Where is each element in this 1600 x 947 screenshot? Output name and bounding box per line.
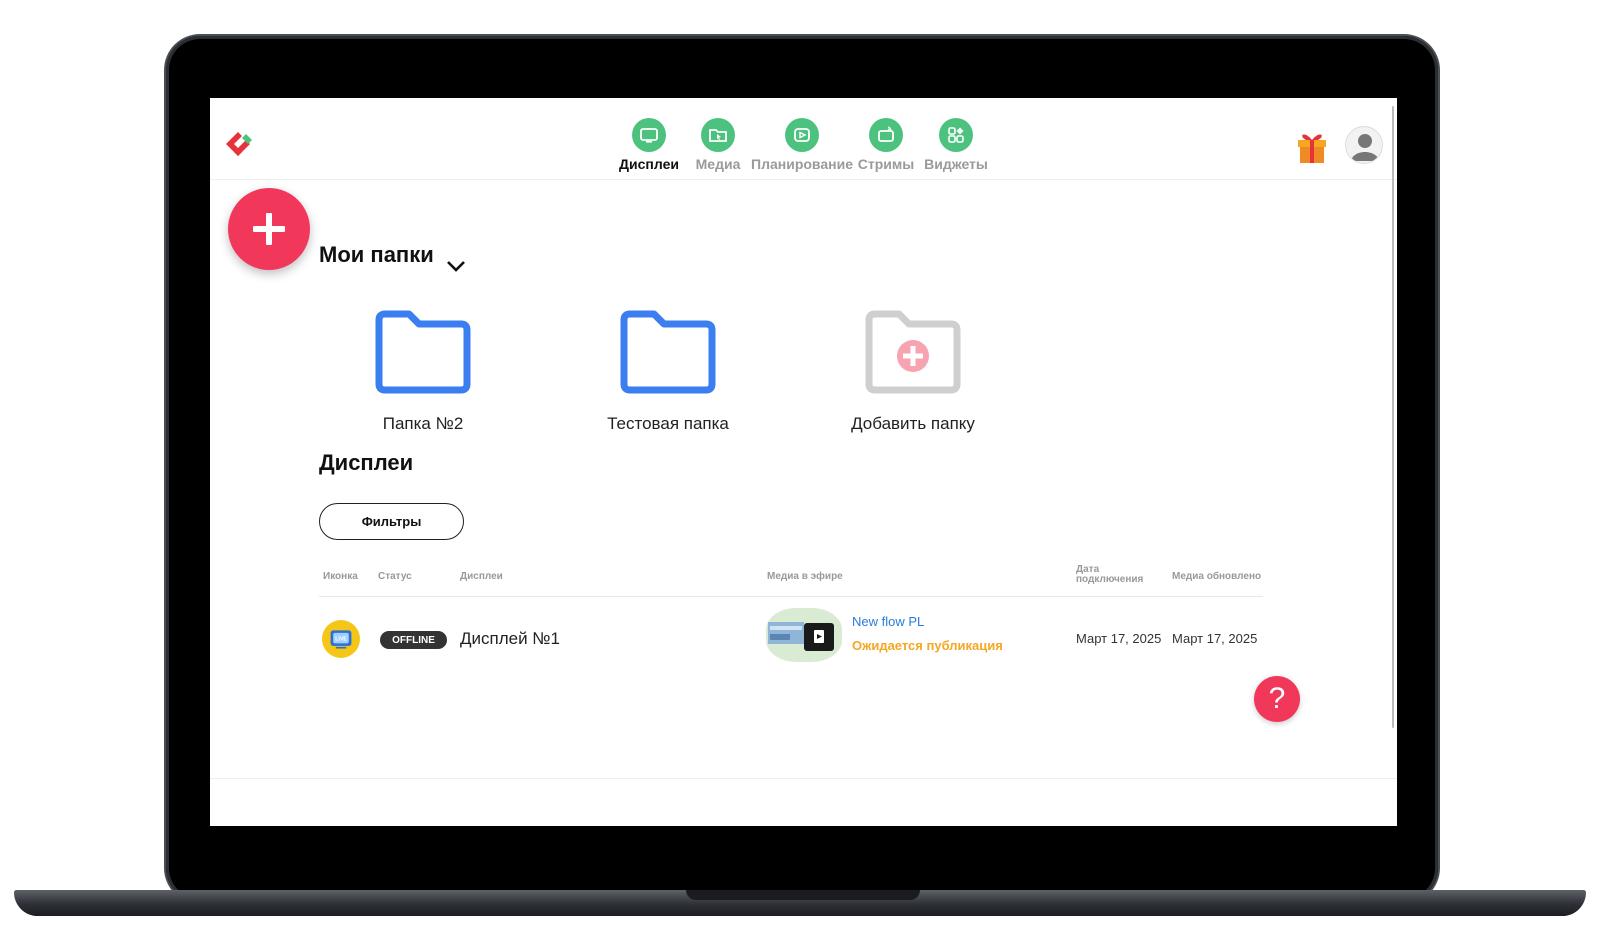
connected-date: Март 17, 2025 <box>1076 631 1162 646</box>
display-name[interactable]: Дисплей №1 <box>460 629 560 649</box>
divider <box>210 778 1397 779</box>
media-status: Ожидается публикация <box>852 638 1003 653</box>
stream-tv-icon <box>869 118 903 152</box>
media-folder-icon <box>701 118 735 152</box>
media-link[interactable]: New flow PL <box>852 614 924 629</box>
folder-label: Тестовая папка <box>607 414 729 433</box>
nav-item-streams[interactable]: Стримы <box>851 118 921 172</box>
live-badge: LIVE <box>335 637 347 643</box>
updated-date: Март 17, 2025 <box>1172 631 1258 646</box>
status-badge: OFFLINE <box>380 631 447 649</box>
column-header-updated: Медиа обновлено <box>1172 571 1262 582</box>
nav-item-scheduling[interactable]: Планирование <box>751 118 853 172</box>
nav-item-widgets[interactable]: Виджеты <box>921 118 991 172</box>
folder-item[interactable]: Папка №2 <box>333 310 513 434</box>
column-header-display: Дисплеи <box>460 571 503 582</box>
column-header-media: Медиа в эфире <box>767 571 843 582</box>
my-folders-title[interactable]: Мои папки <box>319 242 434 268</box>
help-button[interactable]: ? <box>1254 676 1300 722</box>
nav-label: Планирование <box>751 156 853 172</box>
display-icon[interactable]: LIVE <box>322 620 360 658</box>
logo-icon[interactable] <box>222 126 258 162</box>
nav-label: Медиа <box>695 156 741 172</box>
nav-item-media[interactable]: Медиа <box>683 118 753 172</box>
table-divider <box>319 596 1263 597</box>
nav-label: Дисплеи <box>619 156 679 172</box>
folder-item[interactable]: Тестовая папка <box>578 310 758 434</box>
widgets-icon <box>939 118 973 152</box>
column-header-connected: Дата подключения <box>1076 564 1144 585</box>
nav-label: Стримы <box>857 156 915 172</box>
filters-button[interactable]: Фильтры <box>319 503 464 540</box>
gift-icon[interactable] <box>1292 126 1332 166</box>
column-header-icon: Иконка <box>323 571 358 582</box>
column-header-status: Статус <box>378 571 412 582</box>
add-folder-button[interactable]: Добавить папку <box>823 310 1003 434</box>
app-screen: Дисплеи Медиа Планирование Стримы Виджет… <box>210 98 1397 826</box>
nav-item-displays[interactable]: Дисплеи <box>615 118 683 172</box>
main-nav: Дисплеи Медиа Планирование Стримы Виджет… <box>615 118 991 172</box>
folder-icon <box>620 310 716 394</box>
avatar[interactable] <box>1345 126 1383 164</box>
schedule-play-icon <box>785 118 819 152</box>
folder-icon <box>375 310 471 394</box>
laptop-notch <box>686 890 920 900</box>
top-header: Дисплеи Медиа Планирование Стримы Виджет… <box>210 98 1397 180</box>
media-thumbnail[interactable] <box>766 608 842 662</box>
chevron-down-icon[interactable] <box>446 258 466 274</box>
add-button[interactable] <box>228 188 310 270</box>
plus-icon <box>253 213 285 245</box>
add-folder-icon <box>865 310 961 394</box>
nav-label: Виджеты <box>924 156 988 172</box>
folder-label: Папка №2 <box>382 414 464 433</box>
folder-label: Добавить папку <box>851 414 975 433</box>
displays-title: Дисплеи <box>319 450 414 475</box>
monitor-icon <box>632 118 666 152</box>
scrollbar[interactable] <box>1392 106 1394 728</box>
